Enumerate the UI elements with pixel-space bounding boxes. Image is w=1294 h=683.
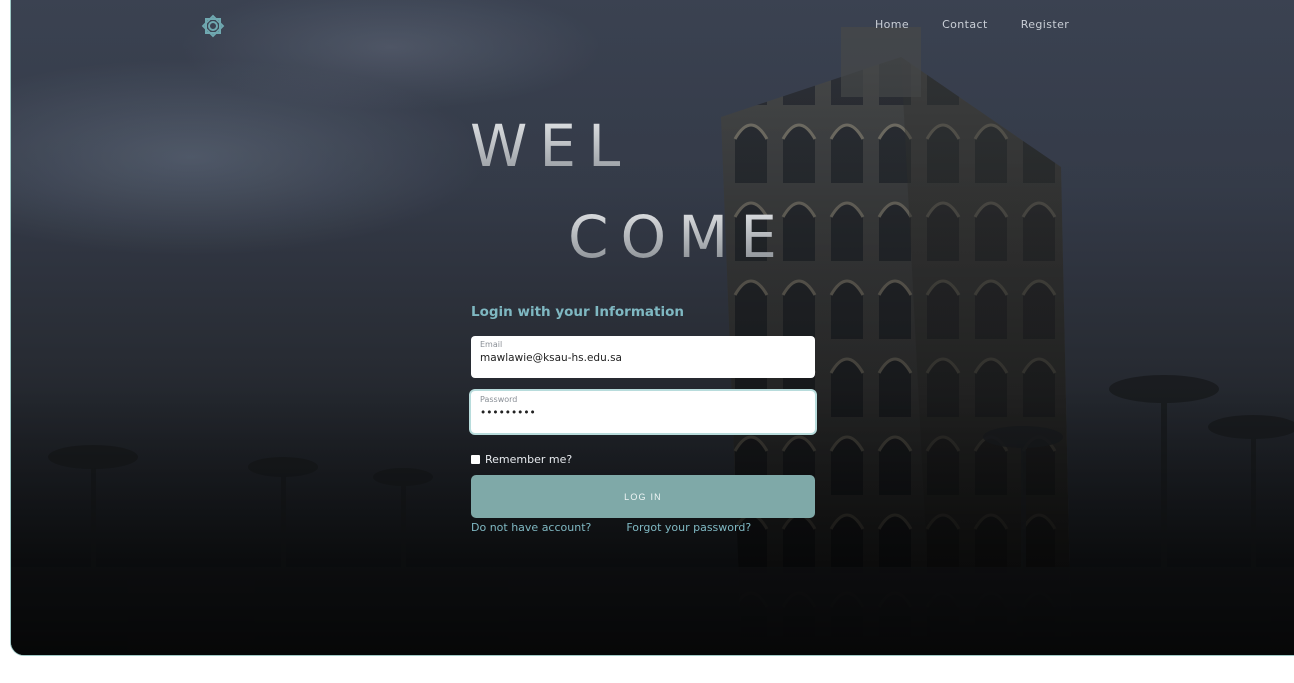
password-label: Password [480, 395, 518, 404]
page-frame [10, 0, 1294, 656]
top-nav: Home Contact Register [875, 18, 1069, 31]
forgot-password-link[interactable]: Forgot your password? [626, 521, 751, 534]
email-input-value[interactable]: mawlawie@ksau-hs.edu.sa [480, 352, 806, 364]
ornament-logo-icon[interactable] [195, 8, 231, 44]
remember-me-row[interactable]: Remember me? [471, 453, 572, 466]
password-input-value[interactable]: ••••••••• [480, 407, 806, 419]
login-button[interactable]: LOG IN [471, 475, 815, 518]
login-subtitle: Login with your Information [471, 304, 684, 320]
remember-me-checkbox[interactable] [471, 455, 480, 464]
welcome-heading-line1: WEL [470, 112, 633, 180]
welcome-heading-line2: COME [568, 203, 789, 271]
remember-me-label: Remember me? [485, 453, 573, 466]
email-label: Email [480, 340, 503, 349]
auth-links: Do not have account? Forgot your passwor… [471, 521, 751, 534]
password-field[interactable]: Password ••••••••• [471, 391, 815, 433]
nav-contact-link[interactable]: Contact [942, 18, 988, 31]
nav-register-link[interactable]: Register [1021, 18, 1070, 31]
no-account-link[interactable]: Do not have account? [471, 521, 591, 534]
nav-home-link[interactable]: Home [875, 18, 909, 31]
email-field[interactable]: Email mawlawie@ksau-hs.edu.sa [471, 336, 815, 378]
